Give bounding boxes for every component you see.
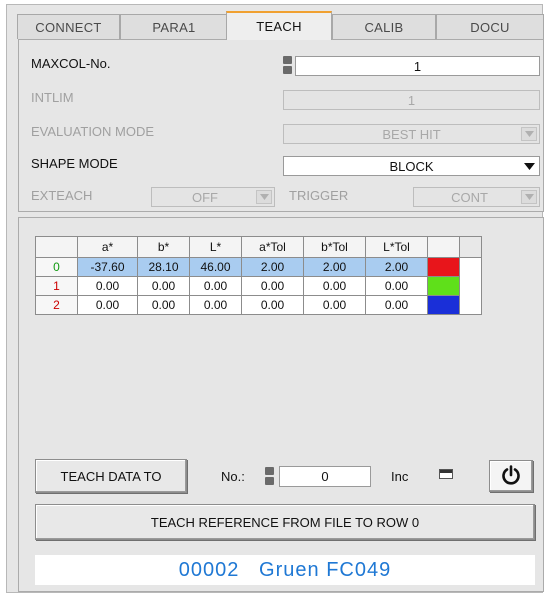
corner-cell — [35, 236, 78, 258]
table-row[interactable]: 0 -37.60 28.10 46.00 2.00 2.00 2.00 — [35, 257, 482, 315]
column-header: L*Tol — [365, 236, 428, 258]
inc-label: Inc — [391, 469, 409, 484]
intlim-field: 1 — [283, 90, 540, 110]
no-spinner[interactable] — [265, 467, 274, 485]
shape-mode-select[interactable]: BLOCK — [283, 156, 540, 176]
evaluation-mode-select: BEST HIT — [283, 124, 540, 144]
table-cell[interactable]: 2.00 — [303, 257, 366, 277]
shape-mode-value: BLOCK — [389, 158, 434, 174]
row-index: 0 — [35, 257, 78, 277]
chevron-down-icon — [521, 190, 537, 204]
table-cell[interactable]: 2.00 — [241, 257, 304, 277]
color-swatch[interactable] — [427, 295, 460, 315]
table-cell[interactable]: 28.10 — [137, 257, 190, 277]
exteach-select: OFF — [151, 187, 275, 207]
power-icon — [500, 464, 522, 489]
table-cell[interactable]: 2.00 — [365, 257, 428, 277]
table-cell[interactable]: 0.00 — [137, 276, 190, 296]
no-label: No.: — [221, 469, 245, 484]
teach-data-to-button[interactable]: TEACH DATA TO — [35, 459, 187, 493]
table-cell[interactable]: 0.00 — [303, 295, 366, 315]
evaluation-mode-label: EVALUATION MODE — [31, 124, 155, 139]
trigger-label: TRIGGER — [289, 188, 349, 203]
teach-table-panel: a* b* L* a*Tol b*Tol L*Tol 0 -37.60 28.1… — [18, 217, 544, 592]
table-row[interactable]: 1 0.00 0.00 0.00 0.00 0.00 0.00 — [35, 276, 482, 296]
maxcol-label: MAXCOL-No. — [31, 56, 111, 71]
tab-calib[interactable]: CALIB — [332, 14, 436, 39]
table-scrollbar[interactable] — [459, 257, 482, 315]
tab-bar: CONNECT PARA1 TEACH CALIB DOCU — [15, 11, 547, 40]
color-swatch[interactable] — [427, 257, 460, 277]
table-cell[interactable]: 0.00 — [241, 276, 304, 296]
trigger-select: CONT — [413, 187, 540, 207]
teach-reference-button[interactable]: TEACH REFERENCE FROM FILE TO ROW 0 — [35, 504, 535, 540]
table-cell[interactable]: 0.00 — [365, 295, 428, 315]
intlim-label: INTLIM — [31, 90, 74, 105]
tab-para1[interactable]: PARA1 — [120, 14, 228, 39]
row-index: 1 — [35, 276, 78, 296]
maxcol-field[interactable]: 1 — [295, 56, 540, 76]
color-swatch[interactable] — [427, 276, 460, 296]
tab-teach[interactable]: TEACH — [226, 11, 332, 40]
tab-docu[interactable]: DOCU — [436, 14, 544, 39]
column-header: L* — [189, 236, 242, 258]
maxcol-spinner[interactable] — [283, 56, 292, 74]
column-header: a*Tol — [241, 236, 304, 258]
status-display: 00002 Gruen FC049 — [35, 555, 535, 585]
table-cell[interactable]: 0.00 — [77, 295, 138, 315]
teach-window: CONNECT PARA1 TEACH CALIB DOCU MAXCOL-No… — [6, 4, 544, 593]
table-cell[interactable]: 0.00 — [241, 295, 304, 315]
table-cell[interactable]: 0.00 — [189, 295, 242, 315]
table-cell[interactable]: 0.00 — [365, 276, 428, 296]
table-cell[interactable]: 0.00 — [77, 276, 138, 296]
evaluation-mode-value: BEST HIT — [382, 126, 441, 142]
column-header: a* — [77, 236, 138, 258]
column-header: b* — [137, 236, 190, 258]
power-button[interactable] — [489, 460, 533, 492]
scrollbar-column — [459, 236, 482, 258]
shape-mode-label: SHAPE MODE — [31, 156, 118, 171]
trigger-value: CONT — [451, 189, 488, 205]
table-cell[interactable]: 46.00 — [189, 257, 242, 277]
inc-checkbox[interactable] — [439, 469, 453, 479]
table-cell[interactable]: -37.60 — [77, 257, 138, 277]
chevron-down-icon — [521, 127, 537, 141]
table-cell[interactable]: 0.00 — [137, 295, 190, 315]
row-index: 2 — [35, 295, 78, 315]
tab-connect[interactable]: CONNECT — [17, 14, 120, 39]
exteach-value: OFF — [192, 189, 218, 205]
table-cell[interactable]: 0.00 — [303, 276, 366, 296]
table-cell[interactable]: 0.00 — [189, 276, 242, 296]
teach-table[interactable]: a* b* L* a*Tol b*Tol L*Tol 0 -37.60 28.1… — [35, 236, 482, 315]
table-header-row: a* b* L* a*Tol b*Tol L*Tol — [35, 236, 482, 258]
no-field[interactable]: 0 — [279, 466, 371, 487]
chevron-down-icon[interactable] — [521, 159, 537, 173]
chevron-down-icon — [256, 190, 272, 204]
column-header: b*Tol — [303, 236, 366, 258]
settings-panel: MAXCOL-No. 1 INTLIM 1 EVALUATION MODE BE… — [18, 39, 544, 212]
exteach-label: EXTEACH — [31, 188, 93, 203]
color-column-header — [427, 236, 460, 258]
table-row[interactable]: 2 0.00 0.00 0.00 0.00 0.00 0.00 — [35, 295, 482, 315]
